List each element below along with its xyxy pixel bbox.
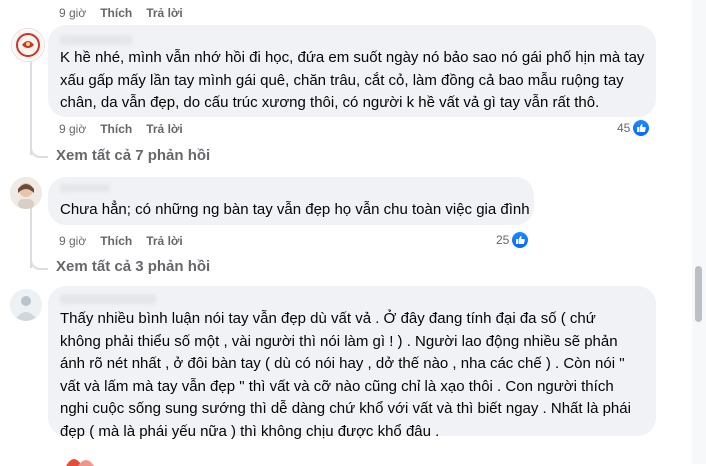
reaction-count: 25	[496, 233, 510, 247]
avatar[interactable]	[11, 28, 45, 62]
comment-text: Thấy nhiều bình luận nói tay vẫn đẹp dù …	[60, 310, 631, 440]
comment-bubble: Thấy nhiều bình luận nói tay vẫn đẹp dù …	[48, 286, 656, 440]
avatar-photo-icon	[10, 177, 42, 209]
blurred-author-name	[60, 35, 132, 45]
avatar[interactable]	[10, 289, 42, 321]
thread-connector	[30, 245, 48, 270]
view-replies-link[interactable]: Xem tất cả 3 phản hồi	[56, 258, 210, 275]
comment-actions: 9 giờ Thích Trả lời	[59, 234, 183, 248]
like-icon	[633, 120, 650, 136]
reply-link[interactable]: Trả lời	[146, 122, 183, 136]
comment-time[interactable]: 9 giờ	[59, 122, 86, 136]
blurred-author-name	[60, 294, 156, 304]
like-icon	[512, 232, 529, 248]
blurred-author-name	[60, 184, 110, 192]
comment-time[interactable]: 9 giờ	[59, 6, 86, 20]
reaction-summary[interactable]: 45	[617, 120, 650, 136]
comment-bubble: Chưa hẳn; có những ng bàn tay vẫn đẹp họ…	[48, 177, 534, 225]
scrollbar-thumb[interactable]	[695, 266, 702, 322]
comment-text: Chưa hẳn; có những ng bàn tay vẫn đẹp họ…	[60, 201, 530, 218]
comment-actions: 9 giờ Thích Trả lời	[59, 122, 183, 136]
scrollbar-track[interactable]	[692, 0, 706, 464]
comment-time[interactable]: 9 giờ	[59, 234, 86, 248]
top-comment-actions: 9 giờ Thích Trả lời	[59, 6, 183, 20]
like-link[interactable]: Thích	[100, 122, 132, 136]
reply-link[interactable]: Trả lời	[146, 6, 183, 20]
reply-link[interactable]: Trả lời	[146, 234, 183, 248]
comment-text: K hề nhé, mình vẫn nhớ hồi đi học, đứa e…	[60, 49, 645, 111]
thread-connector	[30, 130, 48, 158]
avatar-photo-icon	[10, 289, 42, 321]
reaction-summary[interactable]: 25	[496, 232, 529, 248]
view-replies-link[interactable]: Xem tất cả 7 phản hồi	[56, 147, 210, 164]
comment-bubble: K hề nhé, mình vẫn nhớ hồi đi học, đứa e…	[48, 25, 656, 117]
avatar[interactable]	[10, 177, 42, 209]
like-link[interactable]: Thích	[100, 6, 132, 20]
avatar-logo-icon	[13, 30, 43, 60]
reaction-count: 45	[617, 121, 631, 135]
like-link[interactable]: Thích	[100, 234, 132, 248]
